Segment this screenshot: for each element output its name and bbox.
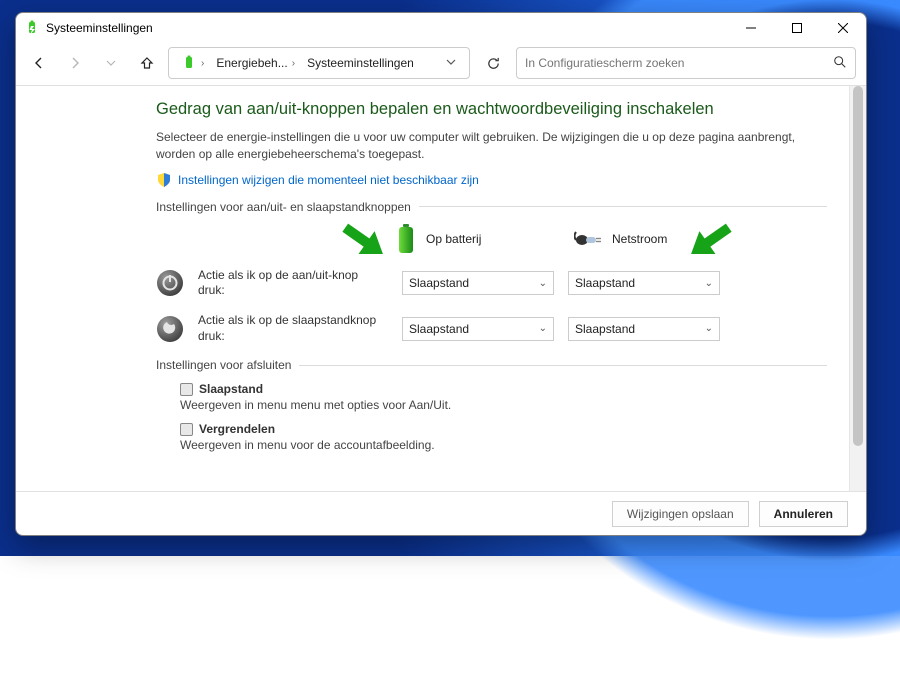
ac-mode-header: Netstroom	[574, 230, 726, 248]
sleep-button-battery-dropdown[interactable]: Slaapstand ⌄	[402, 317, 554, 341]
refresh-button[interactable]	[476, 47, 510, 79]
control-panel-window: Systeeminstellingen	[15, 12, 867, 536]
search-input[interactable]	[525, 56, 827, 70]
page-description: Selecteer de energie-instellingen die u …	[156, 129, 816, 164]
option-name: Vergrendelen	[199, 422, 275, 436]
vertical-scrollbar[interactable]	[849, 86, 866, 491]
shutdown-option-slaapstand: Slaapstand Weergeven in menu menu met op…	[180, 382, 827, 412]
sleep-button-action-label: Actie als ik op de slaapstandknop druk:	[198, 313, 388, 344]
search-field[interactable]	[516, 47, 856, 79]
history-dropdown-button[interactable]	[96, 48, 126, 78]
power-sleep-buttons-group: Instellingen voor aan/uit- en slaapstand…	[156, 200, 827, 344]
close-button[interactable]	[820, 13, 866, 43]
group-legend: Instellingen voor aan/uit- en slaapstand…	[156, 200, 411, 214]
uac-change-link-row: Instellingen wijzigen die momenteel niet…	[156, 172, 827, 188]
sleep-button-action-row: Actie als ik op de slaapstandknop druk: …	[156, 313, 827, 344]
annotation-arrow-left	[332, 210, 388, 266]
window-title: Systeeminstellingen	[46, 21, 728, 35]
option-description: Weergeven in menu menu met opties voor A…	[180, 398, 827, 412]
battery-mode-header: Op batterij	[396, 224, 548, 254]
option-name: Slaapstand	[199, 382, 263, 396]
search-icon	[833, 55, 847, 72]
group-legend: Instellingen voor afsluiten	[156, 358, 291, 372]
chevron-down-icon: ⌄	[705, 323, 713, 334]
chevron-down-icon: ⌄	[539, 323, 547, 334]
option-description: Weergeven in menu voor de accountafbeeld…	[180, 438, 827, 452]
power-mode-header-row: Op batterij Netstroom	[156, 224, 827, 254]
dropdown-value: Slaapstand	[409, 276, 539, 290]
ac-mode-label: Netstroom	[612, 232, 667, 246]
dialog-button-bar: Wijzigingen opslaan Annuleren	[16, 491, 866, 535]
slaapstand-checkbox[interactable]	[180, 383, 193, 396]
change-unavailable-settings-link[interactable]: Instellingen wijzigen die momenteel niet…	[178, 173, 479, 187]
window-controls	[728, 13, 866, 43]
dropdown-value: Slaapstand	[575, 322, 705, 336]
breadcrumb-systeeminstellingen[interactable]: Systeeminstellingen	[301, 56, 420, 70]
content-area: Gedrag van aan/uit-knoppen bepalen en wa…	[16, 86, 866, 491]
up-button[interactable]	[132, 48, 162, 78]
sleep-button-ac-dropdown[interactable]: Slaapstand ⌄	[568, 317, 720, 341]
breadcrumb-power-icon: ›	[175, 55, 210, 71]
breadcrumb-label: Systeeminstellingen	[307, 56, 414, 70]
dropdown-value: Slaapstand	[575, 276, 705, 290]
back-button[interactable]	[24, 48, 54, 78]
uac-shield-icon	[156, 172, 172, 188]
power-button-ac-dropdown[interactable]: Slaapstand ⌄	[568, 271, 720, 295]
chevron-down-icon: ⌄	[539, 278, 547, 289]
power-button-action-row: Actie als ik op de aan/uit-knop druk: Sl…	[156, 268, 827, 299]
page-heading: Gedrag van aan/uit-knoppen bepalen en wa…	[156, 100, 827, 119]
battery-mode-label: Op batterij	[426, 232, 481, 246]
dropdown-value: Slaapstand	[409, 322, 539, 336]
title-bar: Systeeminstellingen	[16, 13, 866, 43]
breadcrumb-energiebeheer[interactable]: Energiebeh... ›	[210, 56, 301, 70]
chevron-right-icon: ›	[292, 58, 295, 69]
address-breadcrumb[interactable]: › Energiebeh... › Systeeminstellingen	[168, 47, 470, 79]
cancel-button[interactable]: Annuleren	[759, 501, 848, 527]
breadcrumb-dropdown-button[interactable]	[439, 56, 463, 70]
chevron-right-icon: ›	[201, 58, 204, 69]
maximize-button[interactable]	[774, 13, 820, 43]
navigation-bar: › Energiebeh... › Systeeminstellingen	[16, 43, 866, 83]
power-options-app-icon	[24, 20, 40, 36]
vergrendelen-checkbox[interactable]	[180, 423, 193, 436]
shutdown-settings-group: Instellingen voor afsluiten Slaapstand W…	[156, 358, 827, 452]
battery-icon	[396, 224, 416, 254]
power-button-battery-dropdown[interactable]: Slaapstand ⌄	[402, 271, 554, 295]
save-changes-button[interactable]: Wijzigingen opslaan	[612, 501, 749, 527]
sleep-button-icon	[156, 315, 184, 343]
breadcrumb-label: Energiebeh...	[216, 56, 287, 70]
shutdown-option-vergrendelen: Vergrendelen Weergeven in menu voor de a…	[180, 422, 827, 452]
power-button-icon	[156, 269, 184, 297]
scrollbar-thumb[interactable]	[853, 86, 863, 446]
power-plug-icon	[574, 230, 602, 248]
forward-button[interactable]	[60, 48, 90, 78]
power-button-action-label: Actie als ik op de aan/uit-knop druk:	[198, 268, 388, 299]
chevron-down-icon: ⌄	[705, 278, 713, 289]
minimize-button[interactable]	[728, 13, 774, 43]
